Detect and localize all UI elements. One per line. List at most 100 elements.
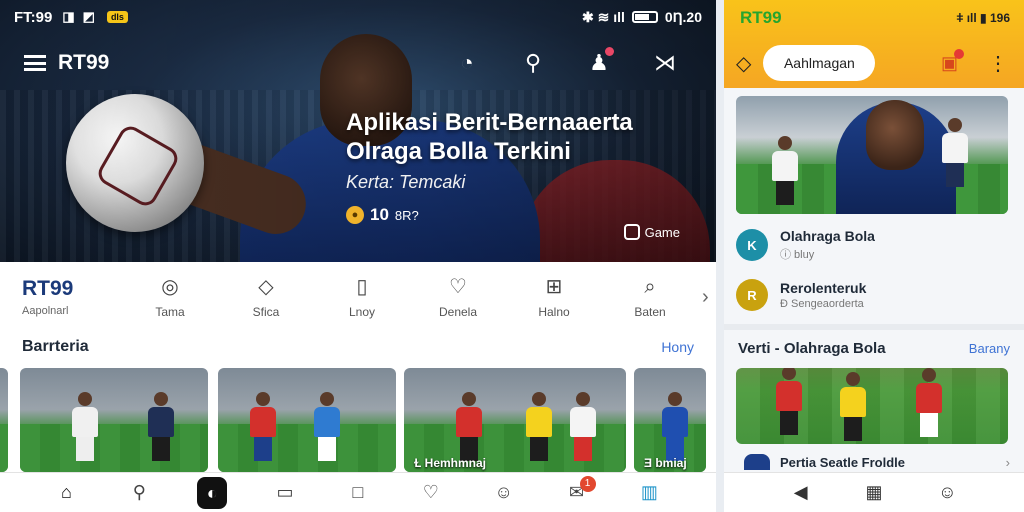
center-app-icon[interactable]: ◐: [197, 476, 228, 509]
news-row[interactable]: Pertia Seatle Froldle ›: [744, 452, 1010, 472]
battery-icon: [631, 11, 658, 23]
category-icon: ◇: [258, 276, 274, 298]
status-right-text: 0Ƞ.20: [664, 9, 702, 25]
section-title: Barrteria: [22, 338, 89, 355]
section-header: Verti - Olahraga Bola Barany: [738, 336, 1010, 360]
player-figure: [916, 368, 942, 440]
player-figure: [772, 136, 798, 208]
status-app-icon: ◨: [62, 9, 75, 24]
category-item[interactable]: ◇ Sfica: [218, 275, 314, 319]
home-screen-right: RT99 ǂ ıll ▮ 196 ◇ Aahlmagan ▣ ⋮ K Olahr…: [724, 0, 1024, 512]
game-icon: [623, 224, 640, 240]
home-icon[interactable]: ⌂: [51, 482, 81, 503]
category-item[interactable]: ♡ Denela: [410, 275, 506, 319]
list-item[interactable]: R Rerolenteruk Ɖ Sengeaorderta: [736, 270, 1012, 320]
player-figure: [570, 392, 596, 464]
search-icon[interactable]: ⚲: [520, 50, 546, 76]
player-head: [866, 100, 924, 170]
message-badge: 1: [579, 476, 596, 492]
thumbnail-caption: Ɫ Hemhmnaj: [414, 456, 487, 470]
message-icon[interactable]: ✉ 1: [562, 476, 596, 503]
player-figure: [776, 368, 802, 438]
category-item[interactable]: ⊞ Halno: [506, 275, 602, 319]
chevron-right-icon[interactable]: ›: [702, 286, 709, 309]
section-more-link[interactable]: Hony: [661, 339, 694, 355]
player-figure: [662, 392, 688, 464]
news-list: K Olahraga Bola ⓘ bluy R Rerolenteruk Ɖ …: [736, 220, 1012, 320]
chat-bubble-icon[interactable]: ◔: [454, 50, 480, 76]
brand-logo: RT99: [740, 8, 782, 27]
signal-icon: ✱ ≋ ıll: [581, 8, 625, 25]
app-logo-icon: K: [736, 229, 768, 261]
player-figure: [526, 392, 552, 464]
category-brand[interactable]: RT99 Aapolnarl: [22, 277, 122, 317]
bottom-nav: ⌂ ⚲ ◐ ▭ □ ♡ ☺ ✉ 1 ▥: [0, 472, 716, 512]
match-image[interactable]: [736, 368, 1008, 444]
status-bar: RT99 ǂ ıll ▮ 196: [740, 6, 1010, 30]
thumbnail-card[interactable]: [218, 368, 396, 472]
category-brand-sub: Aapolnarl: [22, 305, 69, 317]
video-thumbnails: Ɫ Hemhmnaj Ǝ bmiaj: [0, 368, 716, 472]
thumbnail-card[interactable]: Ǝ bmiaj: [634, 368, 706, 472]
menu-icon[interactable]: [24, 55, 46, 71]
search-pill[interactable]: Aahlmagan: [763, 45, 876, 81]
list-item-title: Olahraga Bola: [780, 228, 875, 244]
notification-dot: [605, 47, 614, 56]
thumbnail-card[interactable]: [20, 368, 208, 472]
status-right: ✱ ≋ ıll 0Ƞ.20: [582, 9, 702, 26]
featured-image[interactable]: [736, 96, 1008, 214]
share-icon[interactable]: ⋊: [652, 50, 678, 76]
brand-logo[interactable]: RT99: [58, 51, 109, 75]
chat-icon[interactable]: ◇: [736, 51, 751, 76]
section-more-link[interactable]: Barany: [969, 341, 1010, 356]
notification-dot: [954, 48, 964, 59]
pitch: [20, 424, 208, 472]
news-row-label: Pertia Seatle Froldle: [780, 454, 905, 470]
category-row: RT99 Aapolnarl ◎ Tama ◇ Sfica ▯ Lnoy ♡ D…: [0, 262, 716, 332]
category-item[interactable]: ◎ Tama: [122, 275, 218, 319]
category-label: Tama: [155, 305, 185, 319]
club-logo-icon: R: [736, 279, 768, 311]
user-icon[interactable]: ☺: [489, 482, 519, 503]
status-time: FT:99: [14, 8, 53, 26]
square-icon[interactable]: □: [343, 482, 373, 503]
thumbnail-caption: Ǝ bmiaj: [644, 456, 687, 470]
chevron-right-icon: ›: [1005, 454, 1010, 470]
hero-meta-value: 10: [370, 205, 389, 224]
coin-icon: ●: [346, 206, 364, 224]
status-bar: FT:99 ◨ ◩ dls ✱ ≋ ıll 0Ƞ.20: [0, 0, 716, 34]
category-icon: ◎: [161, 276, 179, 298]
thumbnail-card[interactable]: Ɫ Hemhmnaj: [404, 368, 626, 472]
heart-icon[interactable]: ♡: [416, 482, 446, 503]
home-screen-left: FT:99 ◨ ◩ dls ✱ ≋ ıll 0Ƞ.20 RT99 ◔ ⚲ ♟ ⋊…: [0, 0, 716, 512]
tablet-icon[interactable]: ▭: [270, 482, 300, 503]
player-figure: [942, 118, 968, 190]
category-icon: ▯: [356, 276, 368, 298]
back-icon[interactable]: ◀: [786, 482, 816, 503]
search-icon[interactable]: ⚲: [124, 482, 154, 503]
pitch: [218, 424, 396, 472]
grid-icon[interactable]: ▦: [859, 482, 889, 503]
bottom-nav: ◀ ▦ ☺: [724, 472, 1024, 512]
hero-game-button[interactable]: Game: [623, 224, 680, 240]
list-item-title: Rerolenteruk: [780, 280, 867, 296]
thumbnail-card[interactable]: [0, 368, 8, 472]
category-label: Denela: [438, 305, 478, 319]
gift-icon[interactable]: ▣: [941, 48, 964, 74]
more-vert-icon[interactable]: ⋮: [988, 51, 1008, 76]
profile-icon[interactable]: ☺: [932, 482, 962, 503]
header-yellow: RT99 ǂ ıll ▮ 196 ◇ Aahlmagan ▣ ⋮: [724, 0, 1024, 88]
status-badge: dls: [106, 11, 128, 23]
category-icon: ⌕: [644, 276, 656, 298]
appbar-actions: ◔ ⚲ ♟ ⋊: [454, 47, 678, 76]
status-app-icon-2: ◩: [82, 9, 95, 24]
player-figure: [148, 392, 174, 464]
category-brand-title: RT99: [22, 277, 74, 300]
category-label: Baten: [634, 305, 666, 319]
hero-banner[interactable]: FT:99 ◨ ◩ dls ✱ ≋ ıll 0Ƞ.20 RT99 ◔ ⚲ ♟ ⋊…: [0, 0, 716, 262]
stats-icon[interactable]: ▥: [634, 482, 664, 503]
category-item[interactable]: ▯ Lnoy: [314, 275, 410, 319]
notification-icon[interactable]: ♟: [586, 47, 614, 76]
category-item[interactable]: ⌕ Baten: [602, 275, 698, 319]
list-item[interactable]: K Olahraga Bola ⓘ bluy: [736, 220, 1012, 270]
